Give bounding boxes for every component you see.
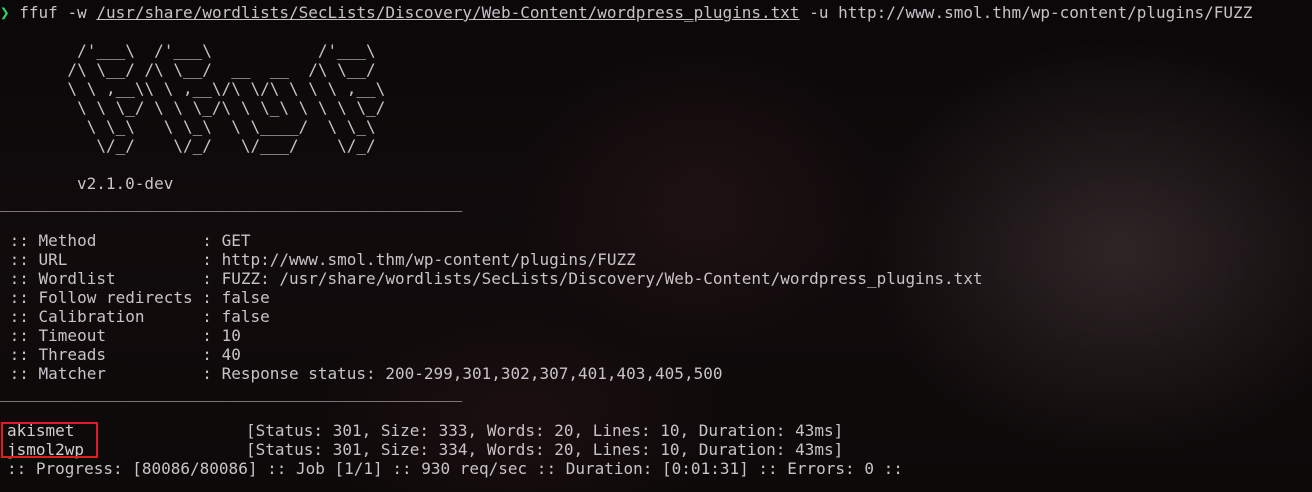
terminal-window[interactable]: ❯ ffuf -w /usr/share/wordlists/SecLists/… (0, 0, 1312, 492)
config-url: :: URL : http://www.smol.thm/wp-content/… (0, 250, 636, 269)
config-method: :: Method : GET (0, 231, 251, 250)
separator-bottom: ________________________________________… (0, 383, 463, 402)
wordlist-path: /usr/share/wordlists/SecLists/Discovery/… (96, 3, 800, 22)
config-label: :: Matcher : (0, 364, 222, 383)
config-label: :: Timeout : (0, 326, 222, 345)
banner-art-line: \ \ \_/ \ \ \_/\ \ \_\ \ \ \ \_/ (0, 98, 386, 117)
config-label: :: Method : (0, 231, 222, 250)
config-value: false (221, 288, 270, 307)
separator-top: ________________________________________… (0, 193, 463, 212)
url-flag: -u (809, 3, 829, 22)
command-program: ffuf (19, 3, 58, 22)
banner-art-line: \ \_\ \ \_\ \ \____/ \ \_\ (0, 117, 376, 136)
config-value: http://www.smol.thm/wp-content/plugins/F… (221, 250, 636, 269)
config-threads: :: Threads : 40 (0, 345, 241, 364)
config-value: FUZZ: /usr/share/wordlists/SecLists/Disc… (221, 269, 983, 288)
banner-art-line: /'___\ /'___\ /'___\ (0, 41, 376, 60)
config-value: Response status: 200-299,301,302,307,401… (221, 364, 723, 383)
prompt-symbol: ❯ (0, 3, 10, 22)
banner-art-line: \/_/ \/_/ \/___/ \/_/ (0, 136, 376, 155)
command-line: ❯ ffuf -w /usr/share/wordlists/SecLists/… (0, 3, 1252, 22)
config-wordlist: :: Wordlist : FUZZ: /usr/share/wordlists… (0, 269, 983, 288)
target-url: http://www.smol.thm/wp-content/plugins/F… (838, 3, 1253, 22)
config-value: 40 (221, 345, 241, 364)
banner-art-line: \ \ ,__\\ \ ,__\/\ \/\ \ \ \ ,__\ (0, 79, 386, 98)
wordlist-flag: -w (67, 3, 87, 22)
config-value: GET (221, 231, 251, 250)
config-label: :: Calibration : (0, 307, 222, 326)
config-matcher: :: Matcher : Response status: 200-299,30… (0, 364, 723, 383)
version-label: v2.1.0-dev (77, 174, 174, 193)
config-value: false (221, 307, 270, 326)
result-highlight-box (1, 422, 98, 458)
banner-art-line: /\ \__/ /\ \__/ __ __ /\ \__/ (0, 60, 376, 79)
config-label: :: Wordlist : (0, 269, 222, 288)
config-follow-redirects: :: Follow redirects : false (0, 288, 270, 307)
result-details: [Status: 301, Size: 334, Words: 20, Line… (246, 440, 844, 459)
result-details: [Status: 301, Size: 333, Words: 20, Line… (246, 421, 844, 440)
config-value: 10 (221, 326, 241, 345)
config-calibration: :: Calibration : false (0, 307, 270, 326)
config-timeout: :: Timeout : 10 (0, 326, 241, 345)
progress-line: :: Progress: [80086/80086] :: Job [1/1] … (7, 459, 903, 478)
config-label: :: Follow redirects : (0, 288, 222, 307)
config-label: :: Threads : (0, 345, 222, 364)
config-label: :: URL : (0, 250, 222, 269)
